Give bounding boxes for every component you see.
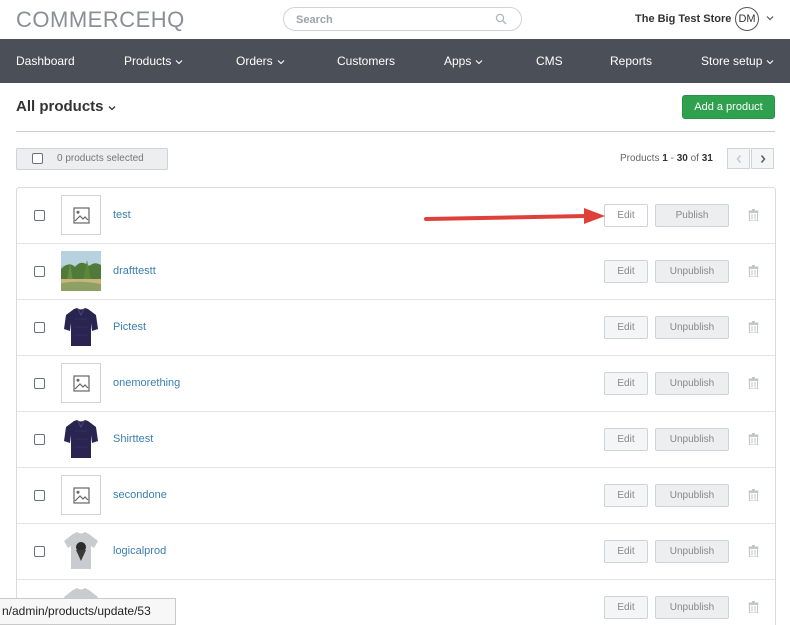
product-thumbnail[interactable] <box>61 531 101 571</box>
row-checkbox[interactable] <box>34 490 45 501</box>
publish-button[interactable]: Publish <box>655 204 729 227</box>
top-header: COMMERCEHQ The Big Test Store DM <box>0 0 790 39</box>
trash-icon[interactable] <box>748 209 759 221</box>
image-placeholder-icon <box>73 207 90 224</box>
product-name-link[interactable]: drafttestt <box>113 265 156 277</box>
search-input[interactable] <box>296 12 486 28</box>
unpublish-button[interactable]: Unpublish <box>655 316 729 339</box>
edit-button[interactable]: Edit <box>604 596 648 619</box>
add-product-button[interactable]: Add a product <box>682 95 775 119</box>
unpublish-button[interactable]: Unpublish <box>655 428 729 451</box>
nav-orders[interactable]: Orders <box>236 39 285 83</box>
nav-dashboard[interactable]: Dashboard <box>16 39 75 83</box>
nav-cms[interactable]: CMS <box>536 39 563 83</box>
bulk-select-bar[interactable]: 0 products selected <box>16 148 168 170</box>
unpublish-button[interactable]: Unpublish <box>655 260 729 283</box>
edit-button[interactable]: Edit <box>604 204 648 227</box>
product-name-link[interactable]: logicalprod <box>113 545 166 557</box>
product-thumbnail[interactable] <box>61 419 101 459</box>
row-checkbox[interactable] <box>34 434 45 445</box>
commercehq-logo[interactable]: COMMERCEHQ <box>16 7 185 33</box>
row-checkbox[interactable] <box>34 210 45 221</box>
edit-button[interactable]: Edit <box>604 372 648 395</box>
chevron-down-icon[interactable] <box>765 13 775 23</box>
selected-count: 0 products selected <box>57 153 144 164</box>
trash-icon[interactable] <box>748 545 759 557</box>
search-icon[interactable] <box>495 13 507 25</box>
product-row: Pictest Edit Unpublish <box>17 300 775 356</box>
select-all-checkbox[interactable] <box>32 153 43 164</box>
chevron-down-icon <box>277 59 285 65</box>
nav-apps[interactable]: Apps <box>444 39 483 83</box>
product-row: Shirttest Edit Unpublish <box>17 412 775 468</box>
product-thumbnail[interactable] <box>61 475 101 515</box>
product-thumbnail[interactable] <box>61 363 101 403</box>
main-nav: Dashboard Products Orders Customers Apps… <box>0 39 790 83</box>
product-row: test Edit Publish <box>17 188 775 244</box>
edit-button[interactable]: Edit <box>604 428 648 451</box>
unpublish-button[interactable]: Unpublish <box>655 372 729 395</box>
edit-button[interactable]: Edit <box>604 260 648 283</box>
unpublish-button[interactable]: Unpublish <box>655 540 729 563</box>
trash-icon[interactable] <box>748 265 759 277</box>
chevron-down-icon <box>475 59 483 65</box>
product-row: secondone Edit Unpublish <box>17 468 775 524</box>
row-checkbox[interactable] <box>34 546 45 557</box>
store-name[interactable]: The Big Test Store <box>635 13 731 25</box>
product-name-link[interactable]: secondone <box>113 489 167 501</box>
status-bar-url: n/admin/products/update/53 <box>0 598 176 625</box>
nav-products[interactable]: Products <box>124 39 183 83</box>
header-divider <box>16 131 775 132</box>
product-row: onemorething Edit Unpublish <box>17 356 775 412</box>
trash-icon[interactable] <box>748 321 759 333</box>
pager-summary: Products 1 - 30 of 31 <box>620 153 713 164</box>
edit-button[interactable]: Edit <box>604 484 648 507</box>
product-name-link[interactable]: onemorething <box>113 377 180 389</box>
unpublish-button[interactable]: Unpublish <box>655 484 729 507</box>
product-row: drafttestt Edit Unpublish <box>17 244 775 300</box>
product-list: test Edit Publish drafttestt Edit Unpubl… <box>16 187 776 625</box>
nav-store-setup[interactable]: Store setup <box>701 39 774 83</box>
edit-button[interactable]: Edit <box>604 540 648 563</box>
product-name-link[interactable]: test <box>113 209 131 221</box>
page-title[interactable]: All products <box>16 98 104 115</box>
prev-page-button[interactable] <box>727 148 750 169</box>
product-thumbnail[interactable] <box>61 307 101 347</box>
chevron-down-icon[interactable] <box>107 103 117 113</box>
row-checkbox[interactable] <box>34 266 45 277</box>
edit-button[interactable]: Edit <box>604 316 648 339</box>
nav-customers[interactable]: Customers <box>337 39 395 83</box>
trash-icon[interactable] <box>748 377 759 389</box>
product-name-link[interactable]: Pictest <box>113 321 146 333</box>
chevron-right-icon <box>760 155 766 163</box>
image-placeholder-icon <box>73 375 90 392</box>
product-thumbnail[interactable] <box>61 251 101 291</box>
annotation-arrow-icon <box>424 208 605 224</box>
image-placeholder-icon <box>73 487 90 504</box>
row-checkbox[interactable] <box>34 378 45 389</box>
search-box[interactable] <box>283 7 522 31</box>
nav-reports[interactable]: Reports <box>610 39 652 83</box>
unpublish-button[interactable]: Unpublish <box>655 596 729 619</box>
product-thumbnail[interactable] <box>61 195 101 235</box>
user-avatar[interactable]: DM <box>735 7 759 31</box>
product-name-link[interactable]: Shirttest <box>113 433 153 445</box>
trash-icon[interactable] <box>748 489 759 501</box>
next-page-button[interactable] <box>751 148 774 169</box>
chevron-down-icon <box>766 59 774 65</box>
product-row: logicalprod Edit Unpublish <box>17 524 775 580</box>
chevron-left-icon <box>736 155 742 163</box>
chevron-down-icon <box>175 59 183 65</box>
trash-icon[interactable] <box>748 601 759 613</box>
trash-icon[interactable] <box>748 433 759 445</box>
row-checkbox[interactable] <box>34 322 45 333</box>
